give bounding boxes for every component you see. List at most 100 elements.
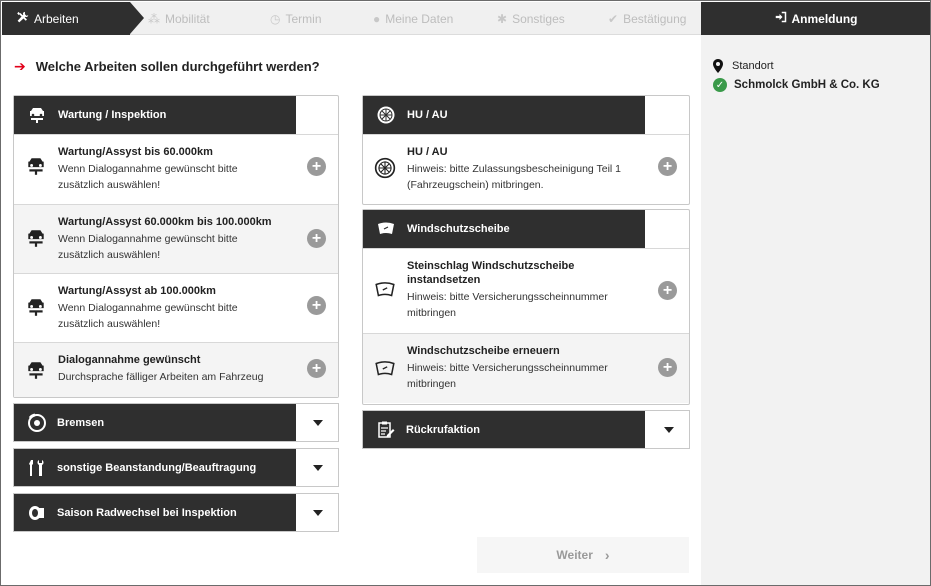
car-network-icon: ⁂ [148,11,160,26]
rueckruf-section[interactable]: Rückrufaktion [362,410,690,449]
item-sub-line1: Hinweis: bitte Zulassungsbescheinigung T… [407,163,622,175]
page-title: ➔ Welche Arbeiten sollen durchgeführt we… [14,58,320,75]
step-bestaetigung[interactable]: ✔ Bestätigung [608,2,686,35]
clock-icon: ◷ [270,11,281,26]
brake-disc-icon [26,412,48,434]
windshield-icon [375,218,397,240]
bremsen-header: Bremsen [14,404,296,441]
item-sub-line1: Wenn Dialogannahme gewünscht bitte [58,233,238,245]
list-item[interactable]: Steinschlag Windschutzscheibe instandsetz… [363,248,689,333]
car-lift-icon [26,104,48,126]
hu-header-bar: HU / AU [363,96,645,134]
item-sub: Durchsprache fälliger Arbeiten am Fahrze… [58,371,264,383]
radwechsel-header: Saison Radwechsel bei Inspektion [14,494,296,531]
chevron-down-icon[interactable] [313,510,323,516]
list-item[interactable]: Windschutzscheibe erneuern Hinweis: bitt… [363,333,689,403]
next-button[interactable]: Weiter › [477,537,689,573]
add-button[interactable]: + [307,359,326,378]
bremsen-section[interactable]: Bremsen [13,403,339,442]
hu-header[interactable]: HU / AU [363,96,689,134]
step-arbeiten[interactable]: Arbeiten [2,2,144,35]
add-button[interactable]: + [307,296,326,315]
car-lift-icon [25,359,47,381]
step-arbeiten-label: Arbeiten [34,11,79,26]
beanstandung-section[interactable]: sonstige Beanstandung/Beauftragung [13,448,339,487]
list-item[interactable]: HU / AU Hinweis: bitte Zulassungsbeschei… [363,134,689,204]
item-sub-line2: zusätzlich auswählen! [58,179,161,191]
rueckruf-title: Rückrufaktion [406,423,480,436]
login-label: Anmeldung [791,11,858,26]
item-sub-line2: mitbringen [407,307,457,319]
location-row: ✓ Schmolck GmbH & Co. KG [713,78,880,92]
rueckruf-header: Rückrufaktion [363,411,645,448]
next-label: Weiter [556,548,593,562]
hu-title: HU / AU [407,109,448,121]
item-sub: Hinweis: bitte Versicherungsscheinnummer… [407,289,649,321]
wartung-title: Wartung / Inspektion [58,109,167,121]
wartung-header-bar: Wartung / Inspektion [14,96,296,134]
chevron-down-icon[interactable] [664,427,674,433]
step-label: Mobilität [165,11,210,26]
map-pin-icon [713,59,723,73]
item-text: Wartung/Assyst ab 100.000km Wenn Dialoga… [58,284,298,332]
step-mobilitaet[interactable]: ⁂ Mobilität [148,2,210,35]
item-sub-line1: Wenn Dialogannahme gewünscht bitte [58,163,238,175]
wartung-header[interactable]: Wartung / Inspektion [14,96,338,134]
item-sub-line1: Wenn Dialogannahme gewünscht bitte [58,302,238,314]
add-button[interactable]: + [658,157,677,176]
wrench-icon [16,11,29,27]
gear-icon: ✱ [497,11,508,26]
app-frame: Arbeiten ⁂ Mobilität ◷ Termin ● Meine Da… [0,0,931,586]
login-button[interactable]: Anmeldung [701,2,930,35]
item-text: Wartung/Assyst 60.000km bis 100.000km We… [58,215,298,263]
item-title: Wartung/Assyst 60.000km bis 100.000km [58,216,272,228]
item-title: Steinschlag Windschutzscheibe instandsetz… [407,259,649,287]
item-title: Windschutzscheibe erneuern [407,345,560,357]
item-sub-line1: Hinweis: bitte Versicherungsscheinnummer [407,291,608,303]
car-lift-icon [25,227,47,249]
step-label: Meine Daten [385,11,454,26]
page-title-text: Welche Arbeiten sollen durchgeführt werd… [35,59,320,74]
add-button[interactable]: + [658,358,677,377]
step-label: Termin [285,11,322,26]
chevron-down-icon[interactable] [313,420,323,426]
arrow-right-icon: ➔ [14,58,26,74]
item-sub: Hinweis: bitte Versicherungsscheinnummer… [407,360,649,392]
location-panel: Standort ✓ Schmolck GmbH & Co. KG [701,35,930,585]
chevron-right-icon: › [604,547,610,563]
item-title-line1: Steinschlag Windschutzscheibe [407,260,575,272]
item-sub-line2: mitbringen [407,378,457,390]
item-text: HU / AU Hinweis: bitte Zulassungsbeschei… [407,145,649,193]
step-termin[interactable]: ◷ Termin [270,2,322,35]
item-title: Dialogannahme gewünscht [58,354,201,366]
windschutz-header[interactable]: Windschutzscheibe [363,210,689,248]
list-item[interactable]: Wartung/Assyst 60.000km bis 100.000km We… [14,204,338,273]
item-sub-line2: zusätzlich auswählen! [58,249,161,261]
sign-in-icon [775,11,787,26]
item-sub: Wenn Dialogannahme gewünscht bitte zusätz… [58,300,298,332]
step-label: Sonstiges [512,11,565,26]
bremsen-title: Bremsen [57,416,105,429]
list-item[interactable]: Dialogannahme gewünscht Durchsprache fäl… [14,342,338,397]
item-sub-line2: (Fahrzeugschein) mitbringen. [407,179,544,191]
item-sub: Wenn Dialogannahme gewünscht bitte zusätz… [58,231,298,263]
step-sonstiges[interactable]: ✱ Sonstiges [497,2,565,35]
list-item[interactable]: Wartung/Assyst ab 100.000km Wenn Dialoga… [14,273,338,342]
beanstandung-title: sonstige Beanstandung/Beauftragung [57,461,257,474]
list-item[interactable]: Wartung/Assyst bis 60.000km Wenn Dialoga… [14,134,338,204]
windshield-icon [374,360,396,382]
check-icon: ✓ [713,78,727,92]
item-text: Windschutzscheibe erneuern Hinweis: bitt… [407,344,649,392]
add-button[interactable]: + [307,157,326,176]
windschutz-header-bar: Windschutzscheibe [363,210,645,248]
windschutz-title: Windschutzscheibe [407,223,510,235]
radwechsel-section[interactable]: Saison Radwechsel bei Inspektion [13,493,339,532]
chevron-down-icon[interactable] [313,465,323,471]
radwechsel-title: Saison Radwechsel bei Inspektion [57,506,237,519]
step-bar: Arbeiten ⁂ Mobilität ◷ Termin ● Meine Da… [2,2,701,35]
check-circle-icon: ✔ [608,11,619,26]
add-button[interactable]: + [658,281,677,300]
step-meine-daten[interactable]: ● Meine Daten [373,2,453,35]
add-button[interactable]: + [307,229,326,248]
location-label: Standort [732,60,774,72]
